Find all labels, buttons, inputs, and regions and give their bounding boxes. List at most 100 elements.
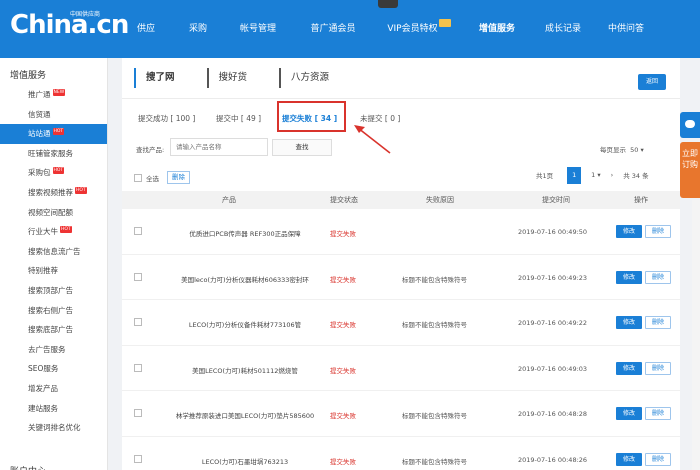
hot-badge: HOT	[75, 186, 87, 194]
sidebar-item[interactable]: 增发产品	[0, 379, 107, 399]
nav-item-account[interactable]: 帐号管理	[224, 0, 292, 58]
table-row: LECO(力可)石墨坩埚763213 提交失败 标题不能包含特殊符号 2019-07-…	[122, 437, 680, 470]
sidebar-item-label: 关键词排名优化	[28, 423, 81, 433]
column-header-actions: 操作	[634, 196, 648, 204]
sidebar-item-label: 增发产品	[28, 383, 58, 393]
table-body: 优质进口PCB传声器 REF300正品保障 提交失败 2019-07-16 00:4…	[122, 209, 680, 470]
page-select[interactable]: 1 ▾	[591, 171, 600, 179]
sidebar-item[interactable]: 采购包 HOT	[0, 163, 107, 183]
scrollbar[interactable]	[692, 200, 700, 470]
subtab-success[interactable]: 提交成功 [ 100 ]	[138, 113, 216, 124]
next-page-icon[interactable]: ›	[611, 171, 614, 179]
row-checkbox[interactable]	[134, 363, 142, 372]
sidebar-item[interactable]: 信贸通	[0, 105, 107, 125]
nav-item-growth[interactable]: 成长记录	[530, 0, 596, 58]
edit-button[interactable]: 修改	[616, 316, 642, 329]
table-row: LECO(力可)分析仪备件耗材773106管 提交失败 标题不能包含特殊符号 2019…	[122, 300, 680, 346]
submit-time: 2019-07-16 00:49:03	[518, 364, 588, 373]
chevron-down-icon: ▾	[640, 146, 644, 154]
failure-reason: 标题不能包含特殊符号	[402, 412, 467, 420]
failure-reason: 标题不能包含特殊符号	[402, 275, 467, 284]
sidebar-item[interactable]: 行业大牛 HOT	[0, 222, 107, 242]
annotation-arrow-icon	[354, 125, 391, 154]
search-label: 查找产品:	[136, 146, 165, 154]
tab-souhaohuo[interactable]: 搜好货	[206, 68, 258, 88]
sidebar-item[interactable]: 关键词排名优化	[0, 418, 107, 438]
nav-item-vip[interactable]: VIP会员特权	[374, 0, 464, 58]
nav-item-purchase[interactable]: 采购	[172, 0, 224, 58]
page-count-label: 共1页	[536, 172, 554, 180]
subtab-submitting[interactable]: 提交中 [ 49 ]	[216, 113, 282, 124]
sidebar-item[interactable]: 去广告服务	[0, 340, 107, 360]
top-nav-menu: 供应 采购 帐号管理 普广通会员 VIP会员特权 增值服务 成长记录 中供问答	[120, 0, 656, 58]
table-row: 美国LECO(力可)耗材501112燃烧管 提交失败 2019-07-16 00:4…	[122, 346, 680, 391]
subtab-not-submitted[interactable]: 未提交 [ 0 ]	[360, 113, 420, 124]
chat-float-button[interactable]	[680, 112, 700, 138]
row-checkbox[interactable]	[134, 272, 142, 281]
submit-time: 2019-07-16 00:48:28	[518, 410, 588, 418]
nav-item-membership[interactable]: 普广通会员	[292, 0, 374, 58]
submit-status: 提交失败	[330, 321, 356, 329]
sidebar-list: 推广通 NEW 信贸通 站站通 HOT 旺铺管家服务 采购包 HOT 搜索视频推荐 HOT 视频空间…	[0, 85, 107, 438]
delete-button[interactable]: 删除	[645, 361, 671, 375]
select-all-row: 全选 删除	[134, 171, 190, 184]
edit-button[interactable]: 修改	[616, 225, 642, 238]
delete-button[interactable]: 删除	[645, 270, 671, 284]
sidebar-item[interactable]: 建站服务	[0, 399, 107, 419]
delete-button[interactable]: 删除	[645, 225, 671, 238]
sidebar-item[interactable]: 搜索视频推荐 HOT	[0, 183, 107, 203]
table-header: 产品 提交状态 失败原因 提交时间 操作	[122, 191, 680, 209]
edit-button[interactable]: 修改	[616, 452, 642, 466]
hot-badge: HOT	[52, 167, 65, 175]
nav-item-vip-label: VIP会员特权	[387, 24, 438, 34]
row-checkbox[interactable]	[134, 409, 142, 417]
sidebar: 增值服务 推广通 NEW 信贸通 站站通 HOT 旺铺管家服务 采购包 HOT 搜索视频推荐 HO…	[0, 58, 108, 470]
current-page-button[interactable]: 1	[567, 166, 582, 184]
table-row: 优质进口PCB传声器 REF300正品保障 提交失败 2019-07-16 00:4…	[122, 209, 680, 255]
delete-button[interactable]: 删除	[645, 316, 671, 329]
sidebar-item[interactable]: 搜索信息流广告	[0, 242, 107, 262]
sidebar-item-label: 站站通	[28, 129, 51, 139]
row-checkbox[interactable]	[134, 318, 142, 326]
hot-badge: NEW	[52, 89, 66, 96]
nav-item-qa[interactable]: 中供问答	[596, 0, 656, 58]
sidebar-account-center[interactable]: 账户中心	[0, 454, 46, 470]
sidebar-item[interactable]: SEO服务	[0, 359, 107, 379]
tab-bafang[interactable]: 八方资源	[279, 68, 339, 88]
delete-button[interactable]: 删除	[645, 407, 671, 420]
edit-button[interactable]: 修改	[616, 270, 642, 284]
chat-bubble-icon	[685, 120, 695, 128]
column-header-time: 提交时间	[542, 196, 570, 204]
sidebar-item[interactable]: 旺铺管家服务	[0, 144, 107, 164]
pagination: 共1页 1 1 ▾ › 共 34 条	[536, 166, 649, 184]
per-page-control[interactable]: 每页显示 50 ▾	[600, 144, 644, 154]
nav-item-value-added[interactable]: 增值服务	[464, 0, 530, 58]
sidebar-item[interactable]: 视频空间配额	[0, 203, 107, 223]
submit-time: 2019-07-16 00:49:22	[518, 319, 588, 327]
sidebar-item[interactable]: 搜索底部广告	[0, 320, 107, 340]
back-button[interactable]: 返回	[638, 74, 666, 90]
product-search-input[interactable]	[170, 138, 268, 156]
bulk-delete-button[interactable]: 删除	[167, 171, 190, 184]
select-all-checkbox[interactable]	[134, 173, 142, 182]
sidebar-item[interactable]: 搜索顶部广告	[0, 281, 107, 301]
sidebar-item[interactable]: 搜索右侧广告	[0, 301, 107, 321]
row-checkbox[interactable]	[134, 227, 142, 235]
order-now-button[interactable]: 立即订购	[680, 142, 700, 198]
edit-button[interactable]: 修改	[616, 407, 642, 420]
product-name: 林学推荐原装进口美国LECO(力可)垫片585600	[175, 412, 315, 420]
sidebar-item[interactable]: 特别推荐	[0, 261, 107, 281]
delete-button[interactable]: 删除	[645, 452, 671, 466]
sidebar-item-label: 搜索右侧广告	[28, 305, 73, 315]
product-name: LECO(力可)分析仪备件耗材773106管	[188, 321, 302, 329]
row-checkbox[interactable]	[134, 454, 142, 463]
product-name: 美国leco(力可)分析仪器耗材606333密封环	[181, 275, 309, 284]
edit-button[interactable]: 修改	[616, 361, 642, 375]
search-button[interactable]: 查找	[272, 139, 332, 156]
sidebar-item[interactable]: 站站通 HOT	[0, 124, 107, 144]
tab-soule[interactable]: 搜了网	[134, 68, 185, 88]
nav-item-supply[interactable]: 供应	[120, 0, 172, 58]
hot-badge: HOT	[60, 226, 72, 234]
vip-badge-icon	[438, 19, 451, 27]
sidebar-item[interactable]: 推广通 NEW	[0, 85, 107, 105]
